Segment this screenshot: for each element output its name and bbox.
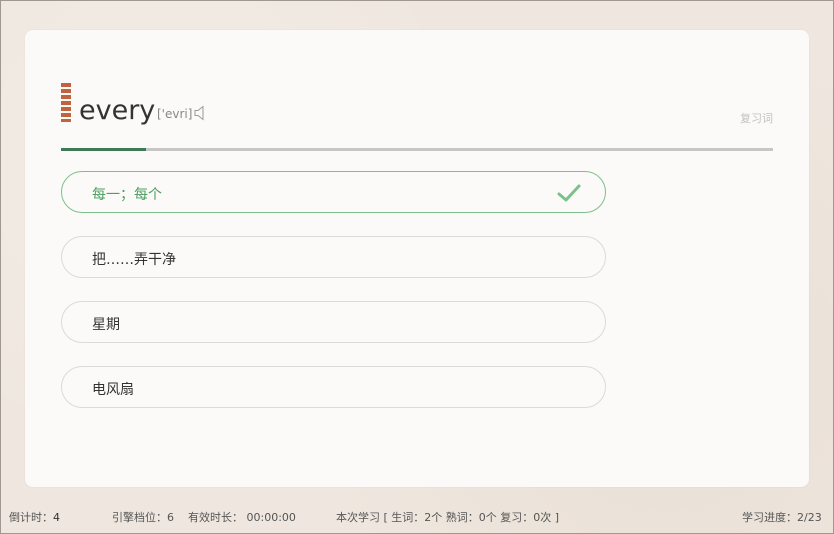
session-summary: 本次学习 [ 生词：2个 熟词：0个 复习：0次 ] <box>336 511 560 524</box>
option-label: 把……弄干净 <box>92 252 176 268</box>
app-window: every ['evri] 复习词 每一；每个 把……弄干净 星期 电风扇 倒计… <box>0 0 834 534</box>
countdown: 倒计时：4 <box>9 509 60 525</box>
option-label: 星期 <box>92 317 120 333</box>
word-marker <box>61 83 71 122</box>
review-tag: 复习词 <box>740 112 773 125</box>
word-progress-fill <box>61 148 147 151</box>
study-progress: 学习进度：2/23 <box>742 511 822 524</box>
status-bar: 倒计时：4 引擎档位：6 有效时长： 00:00:00 本次学习 [ 生词：2个… <box>1 504 834 528</box>
speaker-icon[interactable] <box>194 105 208 121</box>
countdown-value: 4 <box>53 511 60 524</box>
word-card: every ['evri] 复习词 每一；每个 把……弄干净 星期 电风扇 <box>25 30 809 487</box>
option-2[interactable]: 把……弄干净 <box>61 236 606 278</box>
effective-time: 有效时长： 00:00:00 <box>188 511 296 524</box>
word-progress-bar <box>61 148 773 151</box>
check-icon <box>557 184 581 202</box>
option-3[interactable]: 星期 <box>61 301 606 343</box>
word-text: every <box>79 95 156 126</box>
option-1[interactable]: 每一；每个 <box>61 171 606 213</box>
option-4[interactable]: 电风扇 <box>61 366 606 408</box>
option-label: 电风扇 <box>92 382 134 398</box>
countdown-label: 倒计时： <box>9 511 53 524</box>
engine-level: 引擎档位：6 <box>112 511 174 524</box>
word-phonetic: ['evri] <box>157 107 193 121</box>
option-label: 每一；每个 <box>92 187 162 203</box>
